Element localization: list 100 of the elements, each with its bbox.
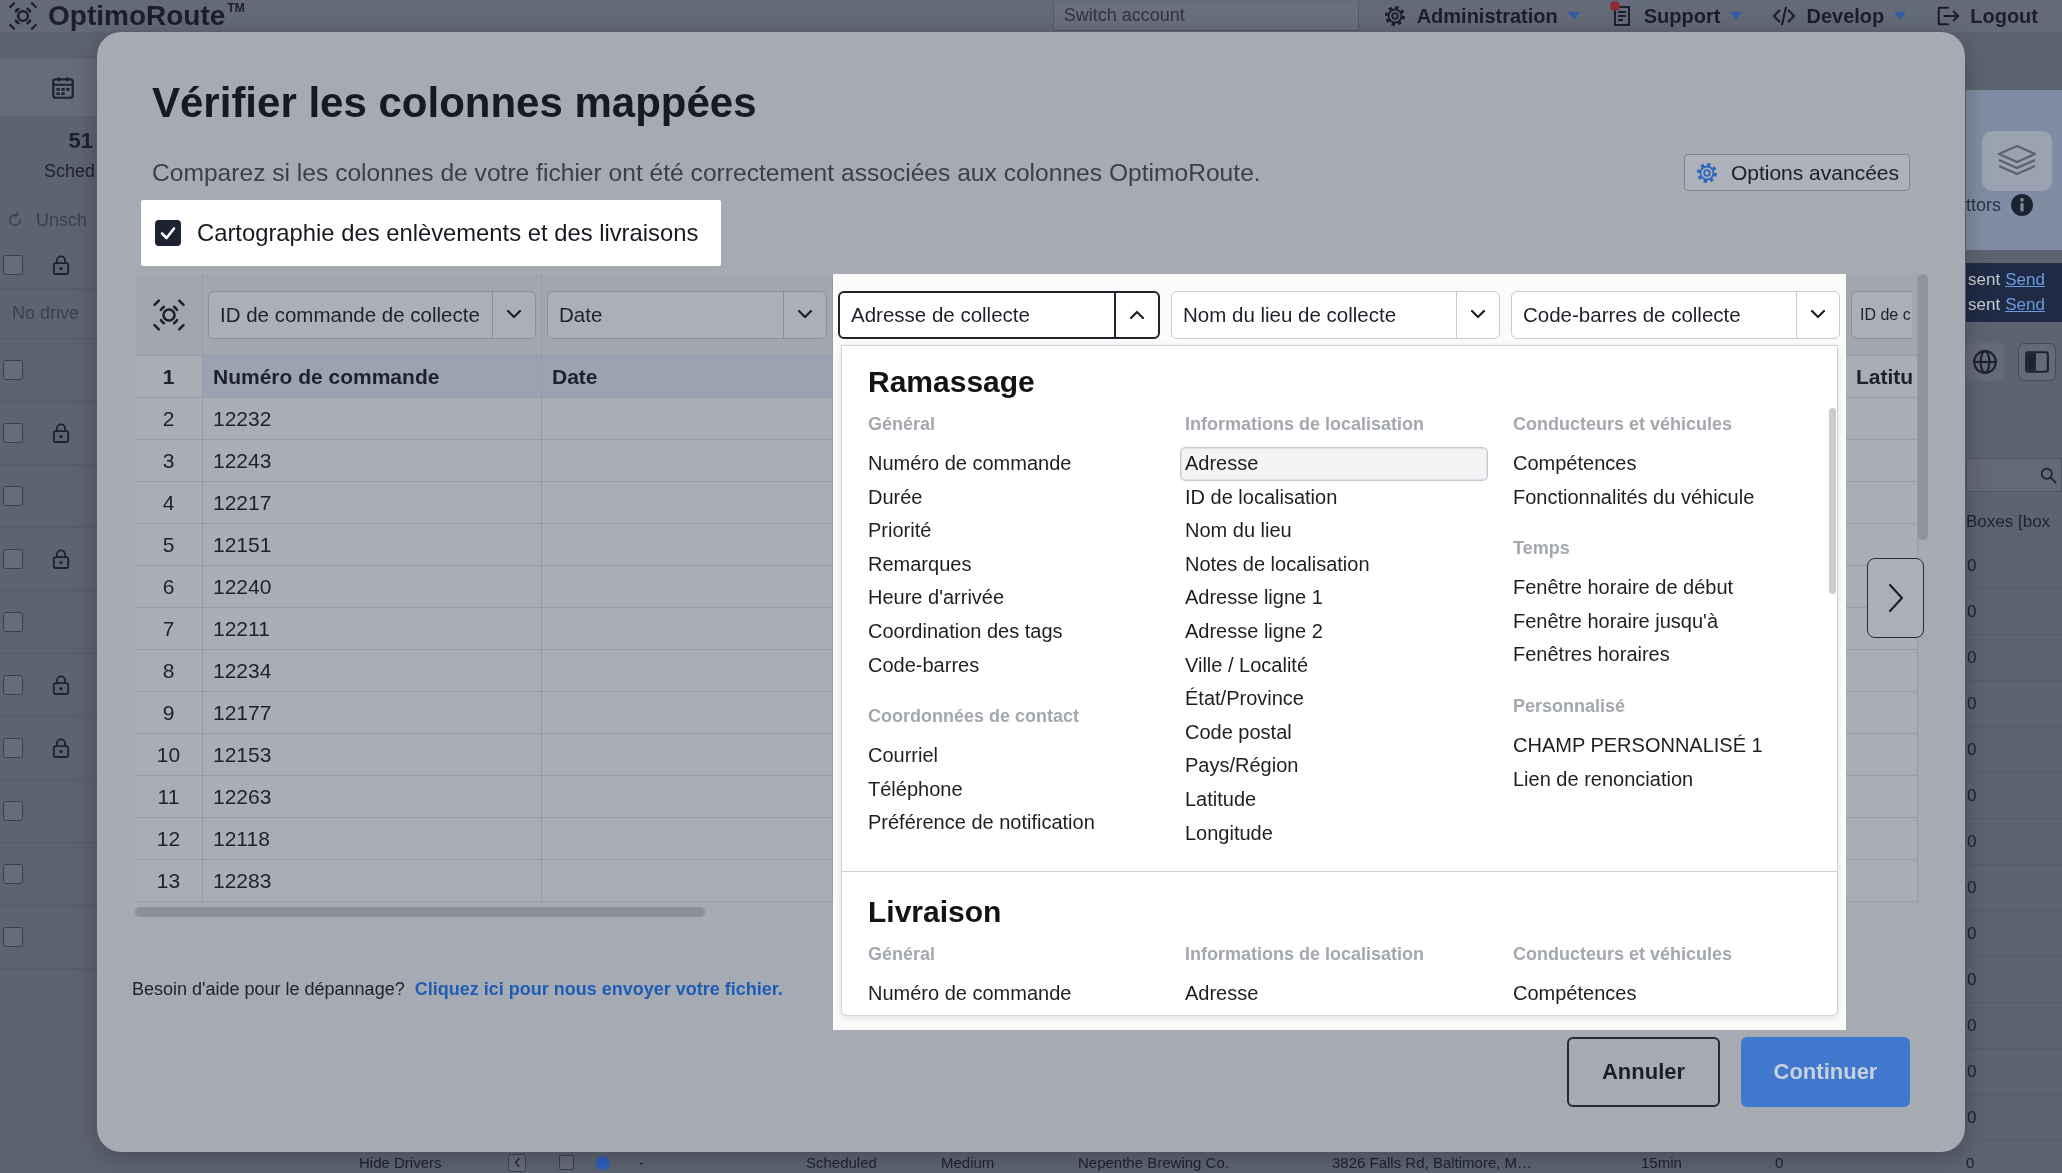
menu-option[interactable]: Nom du lieu: [1180, 514, 1488, 548]
caret-down-icon: [1730, 12, 1743, 20]
info-icon[interactable]: [2011, 194, 2033, 216]
calendar-icon[interactable]: [50, 74, 76, 101]
row-checkbox[interactable]: [3, 486, 23, 506]
scrollbar[interactable]: [135, 907, 705, 917]
search-field[interactable]: [1966, 458, 2062, 492]
menu-option[interactable]: Fenêtre horaire jusqu'à: [1508, 604, 1786, 639]
menu-option[interactable]: Coordination des tags: [863, 614, 1160, 649]
menu-option[interactable]: Pays/Région: [1180, 749, 1488, 783]
menu-option[interactable]: Courriel: [863, 739, 1160, 773]
menu-option[interactable]: État/Province: [1180, 682, 1488, 716]
menu-option[interactable]: Fenêtres horaires: [1508, 638, 1786, 672]
row-number: 7: [135, 608, 203, 650]
menu-option[interactable]: Code-barres: [863, 648, 1160, 683]
menu-section-title: Livraison: [868, 894, 1003, 931]
row-checkbox[interactable]: [3, 549, 23, 569]
menu-group-heading: Coordonnées de contact: [868, 705, 1081, 729]
column-select[interactable]: Adresse de collecte: [838, 290, 1160, 339]
column-header: Boxes [box: [1966, 511, 2052, 533]
column-select[interactable]: Date: [547, 290, 827, 339]
row-checkbox[interactable]: [3, 360, 23, 380]
app-name: OptimoRoute: [48, 1, 226, 31]
send-link[interactable]: Send: [2005, 269, 2045, 291]
column-select[interactable]: Code-barres de collecte: [1511, 290, 1840, 339]
status-dot-icon: [596, 1155, 610, 1170]
menu-option[interactable]: Téléphone: [863, 772, 1160, 807]
checkbox[interactable]: [155, 220, 181, 246]
scrollbar[interactable]: [1918, 274, 1928, 540]
notice-text: sent: [1968, 269, 2001, 291]
menu-option[interactable]: Notes de localisation: [1180, 547, 1488, 582]
menu-option[interactable]: Préférence de notification: [863, 806, 1160, 840]
row-checkbox[interactable]: [3, 801, 23, 821]
panel-label: ttors: [1966, 194, 2001, 216]
menu-option[interactable]: Adresse ligne 1: [1180, 581, 1488, 615]
row-number: 3: [135, 440, 203, 482]
row-number: 12: [135, 818, 203, 860]
row-number: 4: [135, 482, 203, 524]
menu-option[interactable]: Durée: [863, 480, 1160, 515]
advanced-options-button[interactable]: Options avancées: [1683, 154, 1910, 191]
table-cell: 12263: [203, 776, 542, 818]
send-link[interactable]: Send: [2005, 294, 2045, 316]
globe-button[interactable]: [1966, 343, 2004, 381]
table-cell: 12118: [203, 818, 542, 860]
menu-option[interactable]: Code postal: [1180, 715, 1488, 750]
cancel-button[interactable]: Annuler: [1567, 1037, 1720, 1107]
row-checkbox[interactable]: [3, 864, 23, 884]
menu-group-heading: Conducteurs et véhicules: [1513, 943, 1734, 967]
chevron-up-icon: [1130, 310, 1144, 319]
menu-option[interactable]: Adresse: [1180, 447, 1488, 481]
chevron-left-icon: [513, 1157, 521, 1168]
menu-option[interactable]: Longitude: [1180, 816, 1488, 851]
chevron-right-icon: [1887, 583, 1904, 613]
collapse-button[interactable]: [508, 1153, 526, 1172]
menu-option[interactable]: Numéro de commande: [863, 977, 1160, 1011]
notice-text: sent: [1968, 294, 2001, 316]
menu-option[interactable]: Ville / Localité: [1180, 648, 1488, 683]
menu-option[interactable]: Priorité: [863, 514, 1160, 548]
menu-option[interactable]: Fonctionnalités du véhicule: [1508, 480, 1786, 515]
row-number: 10: [135, 734, 203, 776]
table-cell-text: -: [639, 1153, 645, 1172]
menu-option[interactable]: Lien de renonciation: [1508, 762, 1786, 797]
row-checkbox[interactable]: [3, 927, 23, 947]
menu-option[interactable]: Heure d'arrivée: [863, 581, 1160, 615]
row-checkbox[interactable]: [3, 738, 23, 758]
table-cell-text: 3826 Falls Rd, Baltimore, M…: [1332, 1153, 1534, 1172]
menu-option[interactable]: Compétences: [1508, 977, 1786, 1011]
search-icon: [2040, 466, 2057, 484]
menu-option[interactable]: Adresse ligne 2: [1180, 614, 1488, 649]
panel-toggle-button[interactable]: [2018, 343, 2056, 381]
row-checkbox[interactable]: [3, 612, 23, 632]
menu-option[interactable]: Numéro de commande: [863, 447, 1160, 481]
menu-option[interactable]: CHAMP PERSONNALISÉ 1: [1508, 728, 1786, 763]
row-checkbox[interactable]: [559, 1155, 574, 1170]
logout-icon: [1936, 4, 1961, 28]
menu-option[interactable]: Compétences: [1508, 447, 1786, 481]
menu-option[interactable]: Remarques: [863, 547, 1160, 582]
scrollbar[interactable]: [1829, 408, 1836, 594]
stat-label: Sched: [42, 160, 96, 183]
row-checkbox[interactable]: [3, 675, 23, 695]
sidebar-icon: [2024, 349, 2050, 375]
menu-option[interactable]: Adresse: [1180, 977, 1488, 1011]
column-select[interactable]: ID de commande de collecte: [208, 290, 536, 339]
chevron-down-icon: [507, 310, 521, 319]
table-cell: 12243: [203, 440, 542, 482]
menu-option[interactable]: Fenêtre horaire de début: [1508, 571, 1786, 605]
table-cell: 0: [1966, 555, 1977, 576]
next-columns-button[interactable]: [1867, 558, 1924, 638]
column-select[interactable]: Nom du lieu de collecte: [1171, 290, 1500, 339]
row-checkbox[interactable]: [3, 423, 23, 443]
menu-option[interactable]: ID de localisation: [1180, 480, 1488, 515]
column-select[interactable]: ID de c: [1851, 290, 1912, 339]
table-header-cell: Numéro de commande: [203, 356, 542, 398]
layers-button[interactable]: [1982, 131, 2052, 191]
table-cell: 0: [1966, 969, 1977, 990]
table-cell-text: Medium: [941, 1153, 996, 1172]
account-search-field[interactable]: Switch account: [1052, 1, 1359, 31]
row-checkbox[interactable]: [3, 254, 23, 275]
menu-option[interactable]: Latitude: [1180, 782, 1488, 817]
menu-group-heading: Conducteurs et véhicules: [1513, 413, 1734, 436]
